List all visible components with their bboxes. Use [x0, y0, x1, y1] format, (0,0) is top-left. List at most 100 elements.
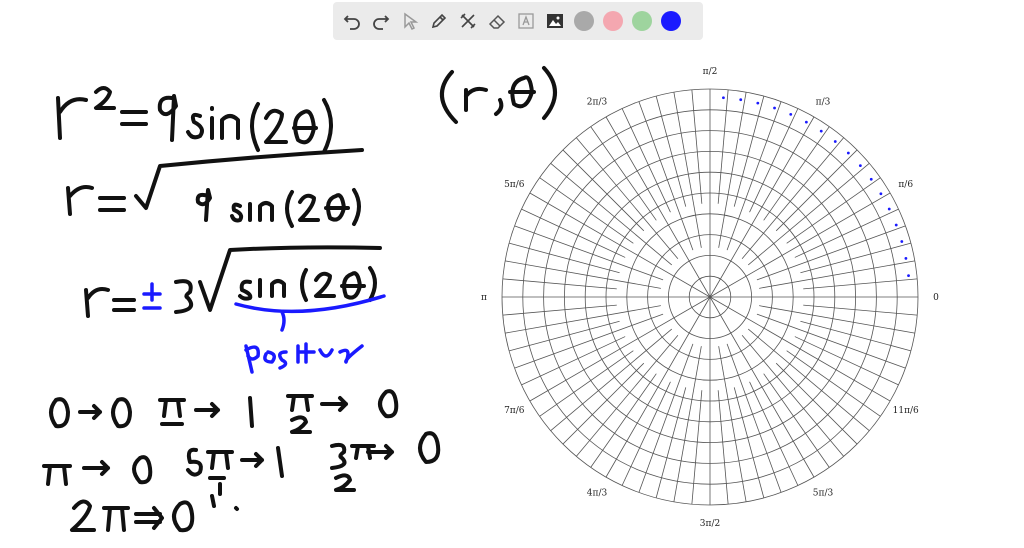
undo-button[interactable]: [339, 8, 365, 34]
plotted-point: [894, 223, 898, 227]
grid-spoke: [718, 346, 747, 502]
grid-spoke: [794, 336, 899, 386]
grid-spoke: [638, 343, 694, 493]
color-swatch-pink: [603, 11, 623, 31]
handwritten-equations: [42, 66, 557, 533]
eraser-button[interactable]: [484, 8, 510, 34]
grid-spoke: [502, 304, 617, 316]
drawing-toolbar: [333, 2, 703, 40]
grid-spoke: [514, 225, 664, 281]
grid-spoke: [575, 334, 679, 457]
plotted-point: [756, 101, 760, 105]
grid-spoke: [759, 260, 915, 289]
grid-spoke: [749, 381, 799, 486]
grid-spoke: [691, 89, 703, 204]
grid-spoke: [741, 137, 845, 260]
undo-icon: [343, 15, 360, 30]
image-button[interactable]: [542, 8, 568, 34]
grid-spoke: [505, 305, 661, 334]
grid-spoke: [621, 381, 671, 486]
redo-button[interactable]: [368, 8, 394, 34]
grid-spoke: [741, 334, 845, 457]
grid-spoke: [756, 225, 906, 281]
grid-spoke: [803, 304, 918, 316]
grid-spoke: [590, 373, 657, 468]
grid-spoke: [747, 328, 870, 432]
plotted-point: [804, 120, 808, 124]
plotted-point: [879, 192, 883, 196]
grid-spoke: [621, 108, 671, 213]
angle-label: 0: [933, 293, 939, 303]
plotted-point: [819, 129, 823, 133]
grid-spoke: [514, 313, 664, 369]
grid-spoke: [726, 101, 782, 251]
redo-icon: [373, 15, 390, 30]
grid-spoke: [638, 101, 694, 251]
grid-spoke: [763, 373, 830, 468]
plotted-point: [869, 177, 873, 181]
plotted-point: [900, 240, 904, 243]
color-swatch-green: [632, 11, 652, 31]
grid-spoke: [673, 92, 702, 248]
grid-spoke: [505, 260, 661, 289]
grid-spoke: [590, 126, 657, 221]
color-blue-button[interactable]: [658, 8, 684, 34]
angle-label: 3π/2: [700, 519, 720, 529]
grid-spoke: [786, 350, 881, 417]
grid-spoke: [539, 177, 634, 244]
text-button[interactable]: [513, 8, 539, 34]
angle-label: 5π/6: [504, 180, 525, 190]
plotted-point: [887, 207, 891, 211]
image-icon: [547, 14, 563, 28]
plotted-point: [907, 274, 910, 278]
grid-spoke: [691, 390, 703, 505]
grid-spoke: [794, 208, 899, 258]
polar-graph-grid: [501, 88, 919, 506]
plotted-point: [722, 96, 725, 100]
plotted-point: [739, 98, 743, 102]
angle-label: 11π/6: [893, 406, 919, 416]
color-green-button[interactable]: [629, 8, 655, 34]
pointer-icon: [404, 12, 419, 31]
grid-spoke: [756, 313, 906, 369]
text-icon: [518, 13, 534, 29]
grid-spoke: [550, 162, 673, 266]
grid-spoke: [747, 162, 870, 266]
angle-label: π/2: [703, 67, 718, 77]
color-swatch-blue: [661, 11, 681, 31]
angle-label: 2π/3: [587, 97, 608, 107]
grid-spoke: [502, 278, 617, 290]
grid-spoke: [749, 108, 799, 213]
plotted-point: [773, 106, 776, 110]
pen-icon: [431, 13, 447, 29]
angle-label: 4π/3: [587, 489, 608, 499]
tools-button[interactable]: [455, 8, 481, 34]
grid-spoke: [521, 336, 626, 386]
angle-label: π/6: [898, 180, 913, 190]
angle-label: π: [481, 293, 487, 303]
grid-spoke: [726, 343, 782, 493]
color-pink-button[interactable]: [600, 8, 626, 34]
grid-spoke: [539, 350, 634, 417]
grid-spoke: [786, 177, 881, 244]
color-swatch-gray: [574, 11, 594, 31]
grid-spoke: [718, 92, 747, 248]
grid-spoke: [550, 328, 673, 432]
grid-spoke: [717, 390, 729, 505]
grid-spoke: [521, 208, 626, 258]
grid-spoke: [673, 346, 702, 502]
grid-spoke: [575, 137, 679, 260]
color-gray-button[interactable]: [571, 8, 597, 34]
angle-label: π/3: [816, 97, 831, 107]
tools-icon: [460, 13, 476, 29]
pointer-button[interactable]: [397, 8, 423, 34]
grid-spoke: [717, 89, 729, 204]
grid-spoke: [803, 278, 918, 290]
plotted-point: [833, 140, 837, 143]
angle-label: 7π/6: [504, 406, 525, 416]
eraser-icon: [488, 14, 506, 29]
pen-button[interactable]: [426, 8, 452, 34]
whiteboard-canvas[interactable]: 0 π/6 π/3 π/2 2π/3 5π/6 π 7π/6 4π/3 3π/2 5π/3 11π/6: [0, 0, 1024, 548]
plotted-point: [904, 257, 908, 260]
grid-spoke: [763, 126, 830, 221]
